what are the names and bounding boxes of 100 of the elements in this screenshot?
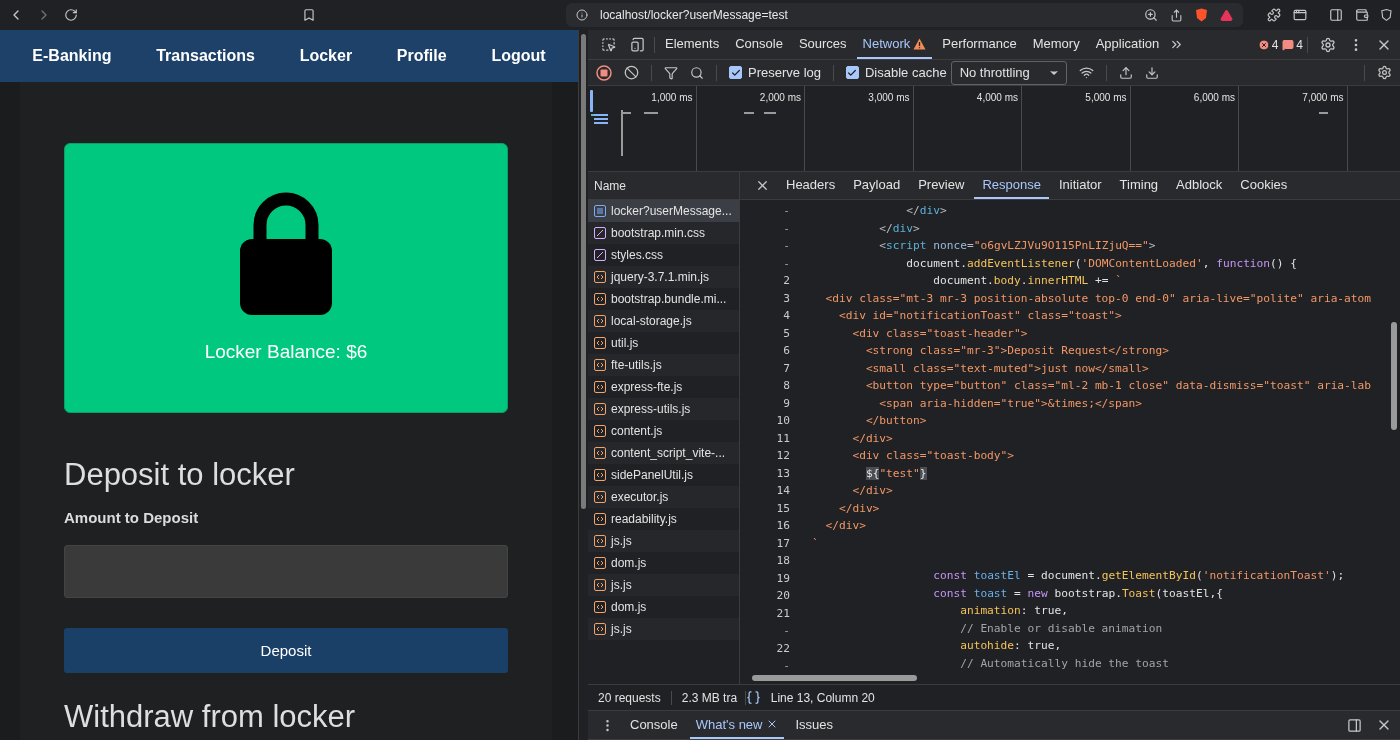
devtools-tab[interactable]: Sources [792,30,853,59]
line-number: 20 [775,588,791,604]
devtools-tab[interactable]: Elements [659,30,726,59]
column-header[interactable]: Name [594,178,626,193]
script-icon [594,557,606,569]
request-row[interactable]: bootstrap.min.css [588,222,739,244]
dock-icon[interactable] [1347,717,1362,733]
script-icon [594,315,606,327]
nav-link[interactable]: Transactions [156,47,255,65]
line-number: - [782,238,791,254]
issue-count[interactable]: 4 [1282,37,1303,52]
devtools-tab[interactable]: Console [729,30,789,59]
code-line: <button type="button" class="ml-2 mb-1 close" data-dismiss="toast" aria-lab [864,378,1372,394]
balance-text: Locker Balance: $6 [204,341,368,363]
detail-tab[interactable]: Adblock [1168,172,1231,199]
section-heading: Deposit to locker [64,457,296,493]
tick-label: 2,000 ms [759,92,801,105]
search-icon[interactable] [690,65,704,80]
scrollbar-thumb[interactable] [581,34,586,509]
throttling-dropdown[interactable]: No throttling [950,60,1067,85]
filter-icon[interactable] [664,65,678,80]
disable-cache-checkbox[interactable]: Disable cache [846,65,947,80]
code-line: <div id="notificationToast" class="toast"> [837,308,1122,324]
settings-icon[interactable] [1377,65,1392,80]
line-number: - [782,623,791,639]
document-icon [594,205,606,217]
request-row[interactable]: fte-utils.js [588,354,739,376]
scrollbar-thumb[interactable] [1391,322,1397,430]
detail-tab[interactable]: Initiator [1050,172,1110,199]
request-row[interactable]: js.js [588,618,739,640]
drawer-tab[interactable]: Issues [789,711,840,739]
line-number: 18 [775,553,791,569]
address-bar[interactable]: localhost/locker?userMessage=test [566,3,1244,27]
line-number: 12 [775,448,791,464]
request-row[interactable]: executor.js [588,486,739,508]
devtools-tab[interactable]: Application [1089,30,1166,59]
script-icon [594,623,606,635]
format-icon[interactable] [745,690,761,705]
sidebar-icon[interactable] [1329,8,1344,22]
bookmark-icon[interactable] [302,8,316,22]
drawer-tab[interactable]: Console [624,711,684,739]
info-icon[interactable] [576,9,588,21]
devtools-tab[interactable]: Memory [1026,30,1086,59]
line-number: - [782,220,791,237]
scrollbar-thumb[interactable] [752,675,917,681]
request-row[interactable]: locker?userMessage... [588,200,739,222]
tick-label: 6,000 ms [1193,92,1235,105]
detail-tab[interactable]: Timing [1111,172,1167,199]
line-number: - [782,203,791,219]
preserve-log-checkbox[interactable]: Preserve log [729,65,821,80]
nav-link[interactable]: Profile [396,47,447,65]
detail-tab[interactable]: Headers [778,172,844,199]
code-line: // Automatically hide the toast [959,655,1169,672]
amount-field[interactable] [64,545,508,598]
download-icon[interactable] [1144,65,1159,80]
nav-link[interactable]: E-Banking [32,47,112,65]
request-row[interactable]: js.js [588,530,739,552]
clear-icon[interactable] [624,65,639,80]
field-label: Amount to Deposit [64,509,200,526]
window-icon[interactable] [1293,8,1308,22]
error-count[interactable]: 4 [1257,37,1279,52]
transfer-size: 2.3 MB tra [671,690,746,705]
settings-icon[interactable] [1320,36,1336,53]
wallet-icon[interactable] [1355,8,1370,22]
code-line: </div> [824,518,866,534]
code-line: ${"test"} [864,465,927,482]
request-row[interactable]: express-utils.js [588,398,739,420]
detail-tab[interactable]: Preview [910,172,973,199]
nav-link[interactable]: Locker [299,47,353,65]
tick-label: 7,000 ms [1302,92,1344,105]
line-number: 14 [775,483,791,499]
detail-tab[interactable]: Response [974,172,1049,199]
checkmark-icon [847,67,858,78]
upload-icon[interactable] [1118,65,1133,80]
network-conditions-icon[interactable] [1078,65,1094,80]
shield-icon[interactable] [1195,8,1209,22]
code-line: <span aria-hidden="true">&times;</span> [878,395,1143,412]
detail-tab[interactable]: Cookies [1232,172,1296,199]
request-row[interactable]: js.js [588,574,739,596]
devtools-tab[interactable]: Performance [936,30,1023,59]
request-row[interactable]: jquery-3.7.1.min.js [588,266,739,288]
shield-icon[interactable] [1381,8,1392,22]
request-row[interactable]: content_script_vite-... [588,442,739,464]
script-icon [594,469,606,481]
reload-icon[interactable] [64,8,78,22]
detail-tab[interactable]: Payload [845,172,909,199]
code-line: // Enable or disable animation [959,620,1163,637]
section-heading: Withdraw from locker [64,699,357,735]
code-line: <div class="mt-3 mr-3 position-absolute top-0 end-0" aria-live="polite" aria-atom [824,290,1372,307]
nav-link[interactable]: Logout [491,47,546,65]
triangle-icon[interactable] [1220,8,1234,22]
deposit-button[interactable]: Deposit [64,628,508,673]
line-number: 16 [775,518,791,534]
share-icon[interactable] [1170,8,1184,22]
drawer-tab[interactable]: What's new [689,711,784,739]
record-icon[interactable] [596,64,612,81]
line-number: 4 [782,308,791,324]
puzzle-icon[interactable] [1267,8,1282,22]
zoom-icon[interactable] [1144,8,1159,22]
request-row[interactable]: local-storage.js [588,310,739,332]
